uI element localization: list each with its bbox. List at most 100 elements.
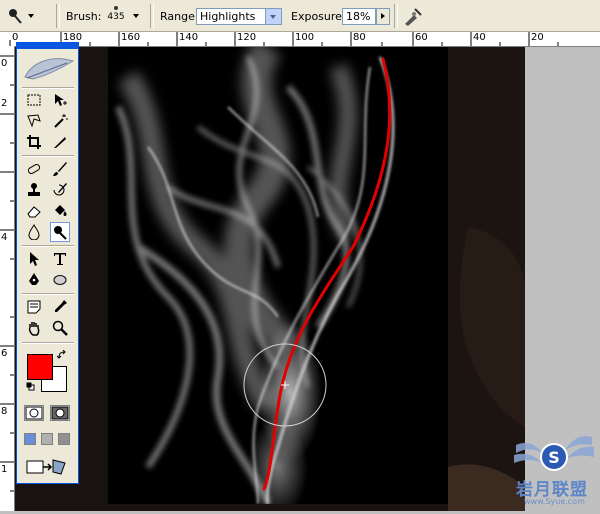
divider xyxy=(22,245,74,247)
smoke-image xyxy=(115,47,395,504)
blur-tool[interactable] xyxy=(24,222,44,242)
photoshop-feather-icon[interactable] xyxy=(23,53,75,83)
magic-wand-icon xyxy=(54,114,68,128)
slice-tool[interactable] xyxy=(50,132,70,152)
separator xyxy=(150,4,154,28)
chevron-down-icon[interactable] xyxy=(133,14,139,18)
hand-icon xyxy=(28,322,40,336)
chevron-down-icon xyxy=(28,14,34,18)
ruler-label: 6 xyxy=(1,348,8,359)
eraser-icon xyxy=(27,206,41,218)
eyedropper-tool[interactable] xyxy=(50,297,70,317)
path-selection-tool[interactable] xyxy=(24,249,44,269)
default-colors-icon[interactable] xyxy=(26,382,35,391)
ellipse-icon xyxy=(53,275,67,285)
watermark-logo: S 岩月联盟 www.Syue.com xyxy=(510,425,598,509)
ruler-label: 160 xyxy=(121,32,141,43)
dodge-tool-icon xyxy=(9,9,22,24)
ruler-label: 2 xyxy=(1,98,8,109)
notes-tool[interactable] xyxy=(24,297,44,317)
zoom-tool[interactable] xyxy=(50,318,70,338)
magnifier-icon xyxy=(52,320,68,336)
clone-stamp-tool[interactable] xyxy=(24,180,44,200)
exposure-value: 18% xyxy=(346,10,371,23)
range-select[interactable]: Highlights xyxy=(196,8,282,25)
lasso-tool[interactable] xyxy=(24,111,44,131)
full-screen-menu-mode-button[interactable] xyxy=(41,433,53,445)
crop-icon xyxy=(27,135,41,149)
smoke-canvas[interactable] xyxy=(108,47,448,504)
divider xyxy=(22,342,74,344)
toolbox-palette[interactable] xyxy=(16,42,79,484)
ruler-label: 0 xyxy=(1,58,8,69)
brush-size: 435 xyxy=(107,12,125,22)
paint-bucket-tool[interactable] xyxy=(50,201,70,221)
paint-bucket-icon xyxy=(55,205,67,216)
exposure-input[interactable]: 18% xyxy=(342,8,376,25)
healing-brush-tool[interactable] xyxy=(24,159,44,179)
options-bar: Brush: 435 Range: Highlights Exposure: 1… xyxy=(0,0,600,32)
separator xyxy=(394,4,398,28)
brush-picker[interactable]: 435 xyxy=(102,3,130,29)
ruler-label: 1 xyxy=(1,464,8,475)
watermark-url: www.Syue.com xyxy=(524,497,585,506)
ruler-label: 20 xyxy=(531,32,544,43)
foreground-color-swatch[interactable] xyxy=(27,354,53,380)
crop-tool[interactable] xyxy=(24,132,44,152)
ruler-label: 100 xyxy=(295,32,315,43)
separator xyxy=(56,4,60,28)
dodge-tool[interactable] xyxy=(50,222,70,242)
note-icon xyxy=(27,300,41,314)
type-tool[interactable] xyxy=(50,249,70,269)
eraser-tool[interactable] xyxy=(24,201,44,221)
move-icon xyxy=(55,94,67,106)
hand-tool[interactable] xyxy=(24,318,44,338)
ruler-label: 40 xyxy=(473,32,486,43)
slice-icon xyxy=(54,137,66,148)
arrow-icon xyxy=(30,252,39,266)
chevron-down-icon xyxy=(270,15,276,19)
jump-to-imageready-icon[interactable] xyxy=(25,457,69,477)
exposure-label: Exposure: xyxy=(291,10,346,23)
ruler-label: 80 xyxy=(353,32,366,43)
magic-wand-tool[interactable] xyxy=(50,111,70,131)
svg-text:S: S xyxy=(548,448,560,467)
full-screen-mode-button[interactable] xyxy=(58,433,70,445)
range-dropdown-button[interactable] xyxy=(265,9,281,24)
ruler-label: 120 xyxy=(237,32,257,43)
ruler-label: 4 xyxy=(1,232,8,243)
brush-preview-icon xyxy=(114,6,118,10)
water-drop-icon xyxy=(28,224,40,240)
tool-preset-picker[interactable] xyxy=(6,6,46,26)
stamp-icon xyxy=(28,183,40,196)
pen-icon xyxy=(29,273,39,285)
exposure-slider-button[interactable] xyxy=(376,8,390,25)
move-tool[interactable] xyxy=(50,90,70,110)
history-brush-icon xyxy=(53,183,67,196)
marquee-tool[interactable] xyxy=(24,90,44,110)
brush-tool[interactable] xyxy=(50,159,70,179)
lasso-icon xyxy=(27,114,41,128)
standard-mode-icon xyxy=(25,406,43,420)
standard-screen-mode-button[interactable] xyxy=(24,433,36,445)
marquee-icon xyxy=(27,94,41,106)
vertical-ruler: 0 2 4 6 8 1 xyxy=(0,46,15,511)
brush-label: Brush: xyxy=(66,10,102,23)
standard-mode-button[interactable] xyxy=(24,405,44,421)
airbrush-icon[interactable] xyxy=(402,5,424,27)
swap-colors-icon[interactable] xyxy=(57,350,67,360)
history-brush-tool[interactable] xyxy=(50,180,70,200)
ruler-label: 140 xyxy=(179,32,199,43)
range-label: Range: xyxy=(160,10,199,23)
toolbox-titlebar[interactable] xyxy=(17,43,78,49)
bandage-icon xyxy=(27,164,41,174)
horizontal-ruler: 0 180 160 140 120 100 80 60 40 20 xyxy=(0,32,600,47)
divider xyxy=(22,87,74,89)
range-value: Highlights xyxy=(200,10,256,23)
ellipse-tool[interactable] xyxy=(50,270,70,290)
ruler-label: 8 xyxy=(1,406,8,417)
quick-mask-button[interactable] xyxy=(50,405,70,421)
pen-tool[interactable] xyxy=(24,270,44,290)
ruler-label: 60 xyxy=(415,32,428,43)
divider xyxy=(22,155,74,157)
